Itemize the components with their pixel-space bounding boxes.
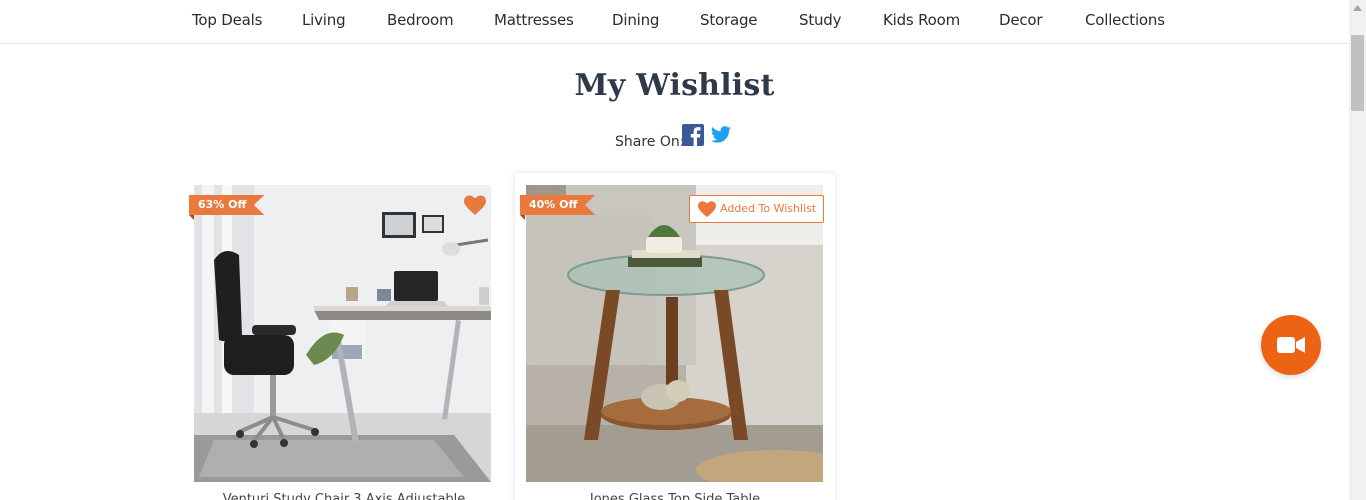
product-image[interactable] (526, 185, 823, 482)
product-card[interactable]: 40% Off Added To Wishlist Jones Glass To… (515, 173, 835, 500)
top-navigation: Top Deals Living Bedroom Mattresses Dini… (0, 0, 1349, 44)
nav-item-collections[interactable]: Collections (1085, 11, 1165, 29)
nav-item-mattresses[interactable]: Mattresses (494, 11, 574, 29)
scrollbar[interactable] (1349, 0, 1366, 500)
nav-item-study[interactable]: Study (799, 11, 842, 29)
nav-item-top-deals[interactable]: Top Deals (192, 11, 262, 29)
page-title: My Wishlist (574, 68, 775, 103)
scroll-up-arrow-icon[interactable] (1349, 0, 1366, 17)
discount-badge: 63% Off (189, 195, 265, 215)
nav-item-dining[interactable]: Dining (612, 11, 659, 29)
share-label: Share On: (615, 134, 685, 150)
wishlist-label: Added To Wishlist (720, 202, 817, 215)
heart-icon[interactable] (463, 194, 487, 216)
video-camera-icon (1277, 337, 1305, 353)
twitter-icon[interactable] (710, 124, 732, 146)
heart-icon (698, 201, 716, 218)
nav-item-bedroom[interactable]: Bedroom (387, 11, 454, 29)
nav-item-storage[interactable]: Storage (700, 11, 757, 29)
added-to-wishlist-button[interactable]: Added To Wishlist (689, 195, 825, 223)
product-card[interactable]: 63% Off Venturi Study Chair 3 Axis Adjus… (184, 173, 504, 500)
nav-item-kids-room[interactable]: Kids Room (883, 11, 960, 29)
product-name[interactable]: Jones Glass Top Side Table (515, 492, 835, 500)
badge-fold (189, 215, 194, 220)
discount-badge: 40% Off (520, 195, 596, 215)
nav-item-living[interactable]: Living (302, 11, 346, 29)
scrollbar-thumb[interactable] (1351, 35, 1364, 111)
product-image[interactable] (194, 185, 491, 482)
nav-item-decor[interactable]: Decor (999, 11, 1043, 29)
badge-fold (520, 215, 525, 220)
facebook-icon[interactable] (682, 124, 704, 146)
video-call-button[interactable] (1261, 315, 1321, 375)
product-name[interactable]: Venturi Study Chair 3 Axis Adjustable (184, 492, 504, 500)
